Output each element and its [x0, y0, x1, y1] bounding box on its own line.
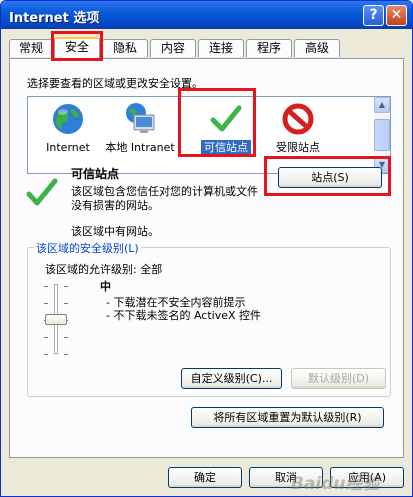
zone-intranet[interactable]: 本地 Intranet	[100, 101, 180, 169]
tab-content[interactable]: 内容	[150, 39, 196, 57]
custom-level-button[interactable]: 自定义级别(C)...	[181, 368, 282, 389]
ok-button[interactable]: 确定	[168, 467, 242, 488]
zone-label-text: 可信站点	[201, 140, 251, 155]
internet-options-window: Internet 选项 ? ✕ 常规 安全 隐私 内容 连接 程序 高级 选择要…	[0, 0, 413, 497]
window-title: Internet 选项	[9, 11, 100, 26]
default-level-button[interactable]: 默认级别(D)	[291, 368, 386, 389]
zone-internet[interactable]: Internet	[28, 101, 108, 169]
zone-label: 可信站点	[186, 140, 266, 155]
scroll-up-icon[interactable]: ▲	[374, 97, 390, 113]
tab-privacy[interactable]: 隐私	[102, 39, 148, 57]
monitor-icon	[126, 103, 155, 133]
globe-icon	[53, 104, 83, 134]
close-button[interactable]: ✕	[386, 5, 407, 26]
tab-connections[interactable]: 连接	[198, 39, 244, 57]
slider-tick	[64, 354, 68, 355]
zone-scrollbar[interactable]: ▲ ▼	[374, 97, 390, 173]
tab-advanced[interactable]: 高级	[294, 39, 340, 57]
security-slider-thumb[interactable]	[45, 314, 67, 325]
zone-list: Internet 本地 Intranet 可信站点 受限站点 ▲ ▼	[27, 96, 391, 174]
checkmark-icon	[210, 105, 242, 132]
scroll-thumb[interactable]	[374, 119, 390, 151]
zone-note: 该区域中有网站。	[71, 225, 159, 238]
slider-tick	[44, 286, 48, 287]
zone-label: 受限站点	[276, 141, 320, 154]
zone-restricted-sites[interactable]: 受限站点	[258, 101, 338, 169]
security-panel: 选择要查看的区域或更改安全设置。 Internet 本地 Intranet 可信…	[9, 58, 404, 458]
zone-label: Internet	[46, 141, 90, 154]
slider-tick	[44, 337, 48, 338]
allowed-level-label: 该区域的允许级别: 全部	[45, 263, 163, 276]
tab-general[interactable]: 常规	[9, 39, 53, 57]
prohibited-icon	[282, 103, 314, 135]
zone-label: 本地 Intranet	[105, 141, 175, 154]
help-button[interactable]: ?	[363, 5, 384, 26]
zone-title: 可信站点	[71, 167, 120, 181]
reset-all-zones-button[interactable]: 将所有区域重置为默认级别(R)	[191, 407, 384, 428]
security-level-name: 中	[100, 280, 111, 293]
security-level-title: 该区域的安全级别(L)	[34, 240, 141, 256]
watermark-text: Baidu经验	[291, 474, 380, 494]
zones-prompt: 选择要查看的区域或更改安全设置。	[27, 77, 203, 90]
slider-tick	[64, 337, 68, 338]
checkmark-icon	[26, 178, 58, 206]
slider-tick	[44, 354, 48, 355]
slider-tick	[64, 286, 68, 287]
tab-security[interactable]: 安全	[54, 37, 100, 59]
zone-description: 该区域包含您信任对您的计算机或文件没有损害的网站。	[71, 185, 258, 212]
slider-tick	[44, 303, 48, 304]
title-bar[interactable]: Internet 选项 ? ✕	[1, 1, 412, 29]
security-bullet: - 不下载未签名的 ActiveX 控件	[106, 309, 262, 322]
security-level-group: 该区域的安全级别(L) 该区域的允许级别: 全部 中 - 下载潜在不安全内容前提…	[27, 240, 391, 397]
tab-programs[interactable]: 程序	[246, 39, 292, 57]
sites-button[interactable]: 站点(S)	[278, 167, 382, 188]
zone-trusted-sites[interactable]: 可信站点	[186, 101, 266, 169]
slider-tick	[64, 303, 68, 304]
